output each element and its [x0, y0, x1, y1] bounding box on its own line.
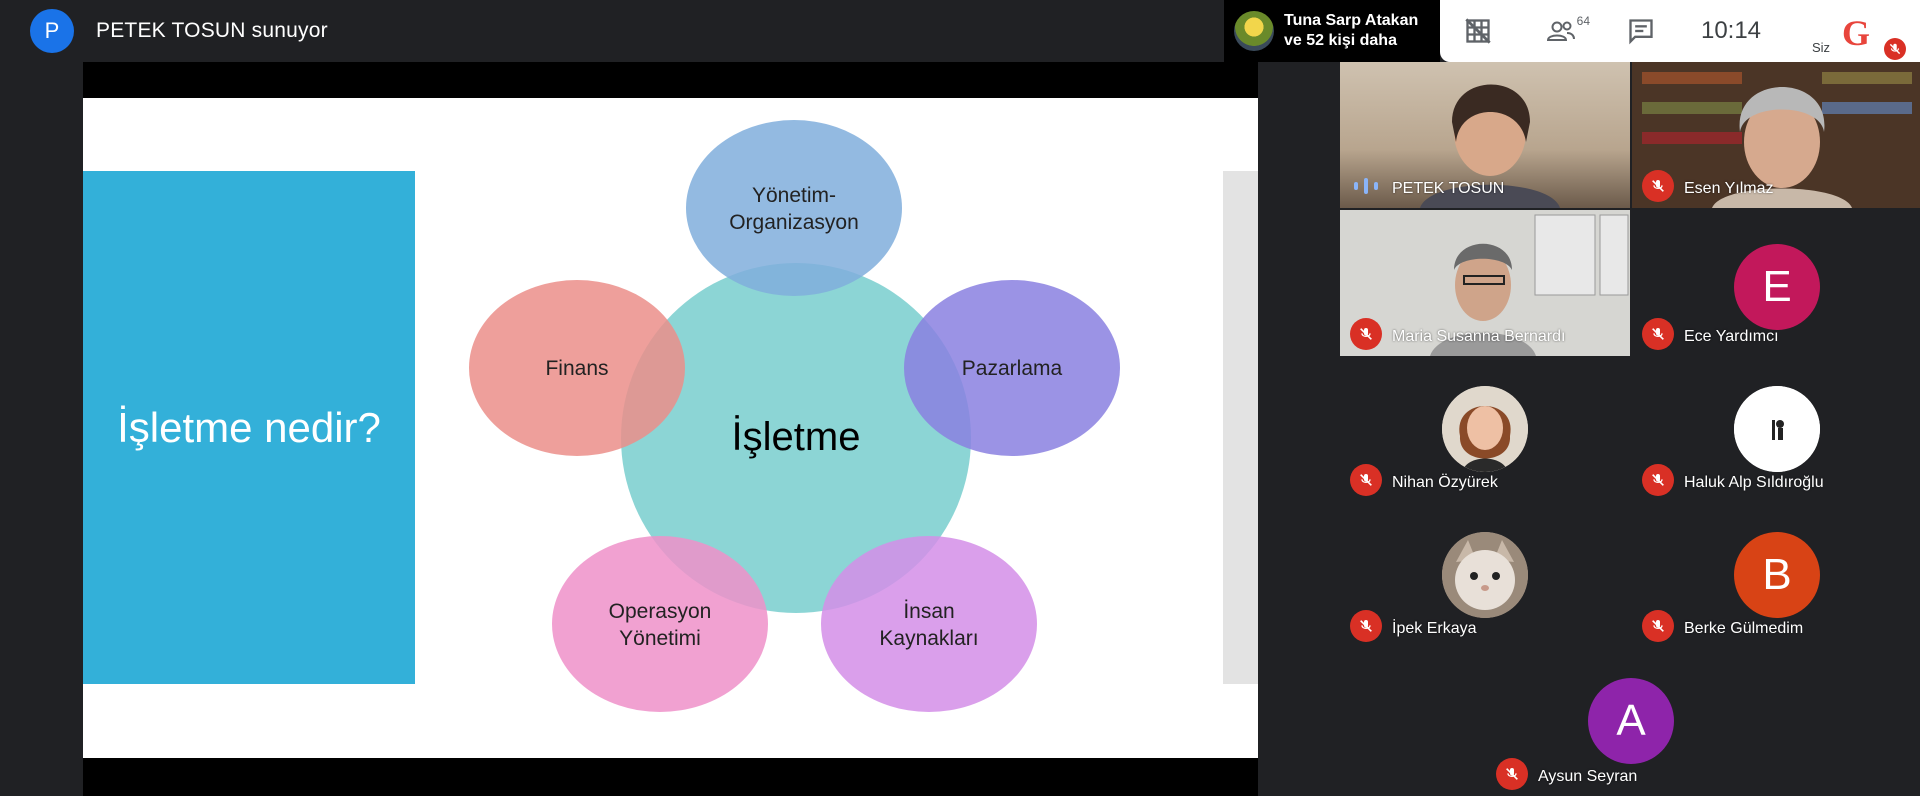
participant-tile[interactable]: İpek Erkaya	[1340, 502, 1630, 648]
chat-button[interactable]	[1606, 0, 1676, 62]
diagram-bottom-right-label-1: İnsan	[903, 600, 954, 623]
diagram-node-bottom-left	[552, 536, 768, 712]
participant-name: Haluk Alp Sıldıroğlu	[1684, 474, 1824, 491]
diagram-bottom-left-label-1: Operasyon	[609, 600, 712, 623]
participant-name: PETEK TOSUN	[1392, 180, 1505, 197]
slide: İşletme nedir? İşletme Yönetim- Organiza…	[83, 98, 1258, 758]
participant-video	[1632, 62, 1920, 208]
participant-name: Nihan Özyürek	[1392, 474, 1498, 491]
diagram-node-top	[686, 120, 902, 296]
mic-off-icon	[1350, 610, 1382, 642]
participant-tile[interactable]: E Ece Yardımcı	[1632, 210, 1920, 356]
meet-window: P PETEK TOSUN sunuyor İşletme nedir? İşl…	[0, 0, 1920, 796]
self-view[interactable]: G Siz	[1786, 0, 1920, 62]
participant-tile[interactable]: Haluk Alp Sıldıroğlu	[1632, 356, 1920, 502]
mic-off-icon	[1350, 464, 1382, 496]
chat-icon	[1629, 19, 1653, 45]
participant-count: 64	[1576, 14, 1590, 28]
diagram-left-label: Finans	[545, 357, 608, 380]
pinned-more: ve 52 kişi daha	[1284, 32, 1397, 49]
participant-tile[interactable]: Esen Yılmaz	[1632, 62, 1920, 208]
participant-name: Esen Yılmaz	[1684, 180, 1774, 197]
presenter-avatar[interactable]: P	[30, 9, 74, 53]
top-toolbar: 64 10:14 G Siz	[1440, 0, 1920, 62]
participants-button[interactable]: 64	[1516, 0, 1606, 62]
self-mic-off-icon	[1884, 38, 1906, 60]
participant-tile[interactable]: A Aysun Seyran	[1486, 648, 1776, 796]
speaking-indicator	[1354, 176, 1378, 196]
participant-avatar	[1442, 532, 1528, 618]
diagram-center-label: İşletme	[732, 414, 861, 459]
grid-off-icon	[1465, 18, 1491, 44]
participant-name: Ece Yardımcı	[1684, 328, 1779, 345]
presenter-title: PETEK TOSUN sunuyor	[96, 19, 328, 42]
mic-off-icon	[1642, 170, 1674, 202]
participant-avatar	[1442, 386, 1528, 472]
mic-off-icon	[1350, 318, 1382, 350]
participant-name: Aysun Seyran	[1538, 768, 1638, 785]
participant-tile[interactable]: Nihan Özyürek	[1340, 356, 1630, 502]
participant-avatar: A	[1588, 678, 1674, 764]
participant-avatar: B	[1734, 532, 1820, 618]
mic-off-icon	[1642, 464, 1674, 496]
clock: 10:14	[1700, 17, 1762, 44]
pinned-name: Tuna Sarp Atakan	[1284, 12, 1419, 29]
participant-tile[interactable]: Maria Susanna Bernardı	[1340, 210, 1630, 356]
venn-diagram: İşletme Yönetim- Organizasyon Finans Paz…	[469, 120, 1120, 712]
presenter-bar: P PETEK TOSUN sunuyor	[0, 0, 1220, 62]
participant-name: Maria Susanna Bernardı	[1392, 328, 1566, 345]
presentation-frame: İşletme nedir? İşletme Yönetim- Organiza…	[83, 62, 1258, 796]
participant-tile[interactable]: PETEK TOSUN	[1340, 62, 1630, 208]
diagram-right-label: Pazarlama	[962, 357, 1063, 380]
mic-off-icon	[1496, 758, 1528, 790]
people-icon	[1546, 21, 1575, 41]
diagram-bottom-right-label-2: Kaynakları	[879, 627, 978, 650]
participant-name: Berke Gülmedim	[1684, 620, 1804, 637]
self-avatar-logo: G	[1842, 13, 1871, 53]
pinned-avatar	[1234, 11, 1274, 51]
participant-avatar	[1734, 386, 1820, 472]
pinned-text: Tuna Sarp Atakan ve 52 kişi daha	[1284, 11, 1418, 51]
mic-off-icon	[1642, 318, 1674, 350]
pinned-participants-chip[interactable]: Tuna Sarp Atakan ve 52 kişi daha	[1224, 0, 1440, 62]
participant-name: İpek Erkaya	[1392, 620, 1477, 637]
self-label: Siz	[1812, 40, 1831, 55]
diagram-node-bottom-right	[821, 536, 1037, 712]
participant-tile[interactable]: B Berke Gülmedim	[1632, 502, 1920, 648]
participant-avatar: E	[1734, 244, 1820, 330]
mic-off-icon	[1642, 610, 1674, 642]
diagram-bottom-left-label-2: Yönetimi	[619, 627, 701, 650]
layout-button[interactable]	[1440, 0, 1516, 62]
diagram-top-label-2: Organizasyon	[729, 211, 859, 234]
diagram-top-label-1: Yönetim-	[752, 184, 836, 207]
